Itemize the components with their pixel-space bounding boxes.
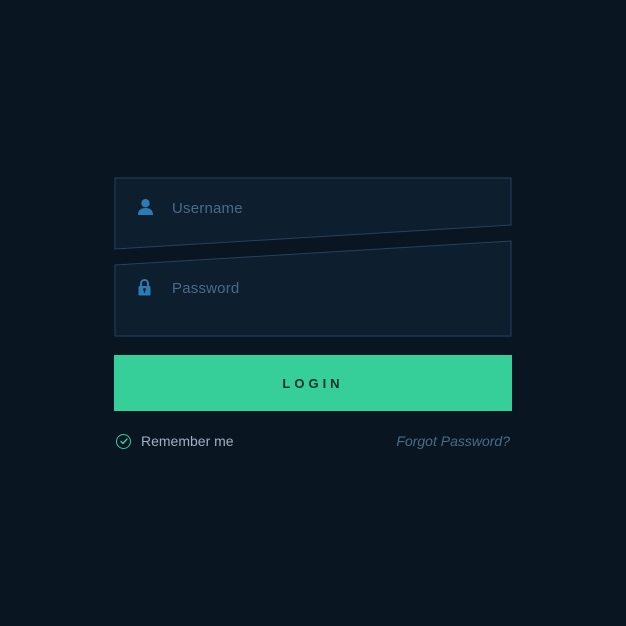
lock-icon bbox=[138, 279, 154, 297]
password-field[interactable]: Password bbox=[138, 279, 239, 297]
login-form: Username Password LOGIN Rememb bbox=[114, 177, 512, 449]
username-field[interactable]: Username bbox=[138, 199, 243, 217]
remember-me-label: Remember me bbox=[141, 433, 234, 449]
password-placeholder: Password bbox=[172, 280, 239, 297]
remember-me-checkbox[interactable]: Remember me bbox=[116, 433, 234, 449]
user-icon bbox=[138, 199, 154, 217]
login-button-label: LOGIN bbox=[282, 376, 343, 391]
username-placeholder: Username bbox=[172, 200, 243, 217]
forgot-password-link[interactable]: Forgot Password? bbox=[396, 433, 510, 449]
input-fields-container: Username Password bbox=[114, 177, 512, 337]
login-button[interactable]: LOGIN bbox=[114, 355, 512, 411]
bottom-row: Remember me Forgot Password? bbox=[114, 433, 512, 449]
check-circle-icon bbox=[116, 434, 131, 449]
